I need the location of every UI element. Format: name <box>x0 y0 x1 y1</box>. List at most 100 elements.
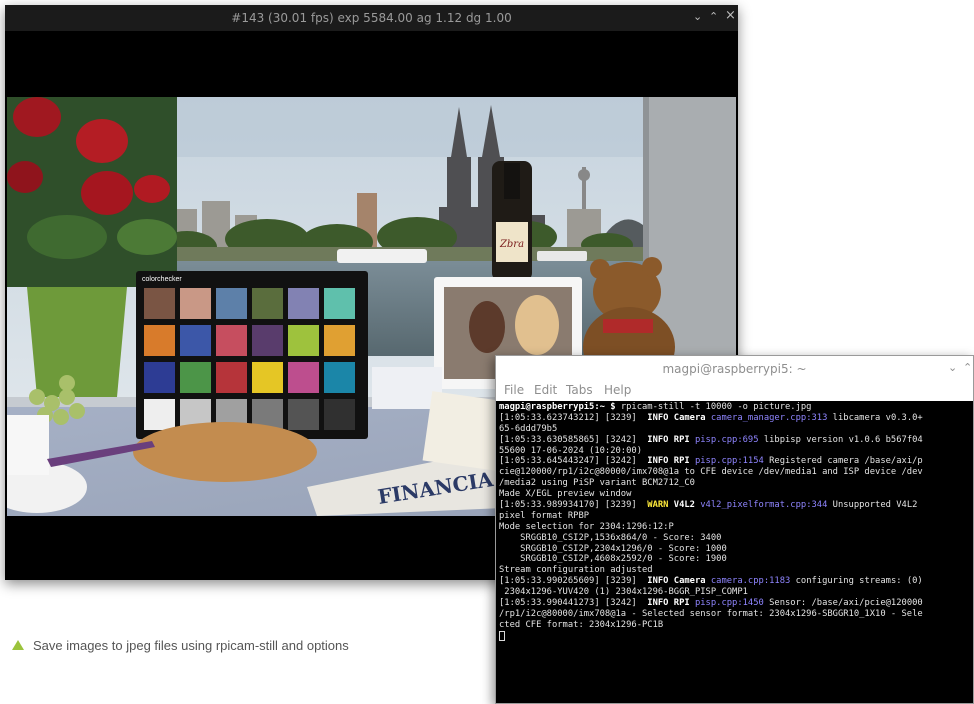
terminal-line: 2304x1296-YUV420 (1) 2304x1296-BGGR_PISP… <box>499 587 971 598</box>
terminal-line: /media2 using PiSP variant BCM2712_C0 <box>499 478 971 489</box>
terminal-segment: pisp.cpp:1450 <box>694 598 764 609</box>
color-patch <box>180 362 211 393</box>
menu-help[interactable]: Help <box>604 383 631 397</box>
terminal-line: SRGGB10_CSI2P,2304x1296/0 - Score: 1000 <box>499 544 971 555</box>
menu-file[interactable]: File <box>504 383 524 397</box>
colorchecker-brand: colorchecker <box>142 276 182 283</box>
terminal-segment: Camera <box>673 412 711 423</box>
color-patch <box>324 325 355 356</box>
maximize-icon[interactable]: ⌃ <box>963 361 972 374</box>
close-icon[interactable]: × <box>725 8 736 23</box>
terminal-segment: RPI <box>673 434 695 445</box>
color-patch <box>252 362 283 393</box>
color-patch <box>180 325 211 356</box>
terminal-segment: SRGGB10_CSI2P,4608x2592/0 - Score: 1900 <box>499 554 727 565</box>
terminal-line: Stream configuration adjusted <box>499 565 971 576</box>
color-patch <box>288 325 319 356</box>
terminal-cursor-icon <box>499 630 505 641</box>
terminal-segment: INFO <box>647 576 674 587</box>
terminal-line <box>499 630 971 642</box>
color-patch <box>324 362 355 393</box>
color-patch <box>288 362 319 393</box>
terminal-menubar: File Edit Tabs Help <box>496 382 973 401</box>
terminal-segment: libpisp version v1.0.6 b567f04 <box>758 434 923 445</box>
terminal-segment: cie@120000/rp1/i2c@80000/imx708@1a to CF… <box>499 467 923 478</box>
color-patch <box>288 399 319 430</box>
terminal-segment: [1:05:33.630585865] [3242] <box>499 434 648 445</box>
color-patch <box>180 288 211 319</box>
terminal-output[interactable]: magpi@raspberrypi5:~ $ rpicam-still -t 1… <box>499 402 971 702</box>
terminal-segment: RPI <box>673 598 695 609</box>
color-patch <box>324 399 355 430</box>
terminal-segment: [1:05:33.623743212] [3239] <box>499 412 648 423</box>
menu-tabs[interactable]: Tabs <box>566 383 593 397</box>
terminal-window-title: magpi@raspberrypi5: ~ <box>662 362 807 376</box>
terminal-segment: v4l2_pixelformat.cpp:344 <box>700 500 828 511</box>
terminal-segment: V4L2 <box>673 500 701 511</box>
terminal-segment: [1:05:33.989934170] [3239] <box>499 500 648 511</box>
terminal-segment: [1:05:33.990265609] [3239] <box>499 576 648 587</box>
terminal-segment: 55600 17-06-2024 (10:20:00) <box>499 445 642 456</box>
terminal-line: [1:05:33.990265609] [3239] INFO Camera c… <box>499 576 971 587</box>
terminal-segment: [1:05:33.645443247] [3242] <box>499 456 648 467</box>
terminal-line: SRGGB10_CSI2P,1536x864/0 - Score: 3400 <box>499 533 971 544</box>
terminal-line: 65-6ddd79b5 <box>499 424 971 435</box>
terminal-line: [1:05:33.630585865] [3242] INFO RPI pisp… <box>499 435 971 446</box>
color-checker-chart: colorchecker <box>136 271 368 439</box>
color-patch <box>288 288 319 319</box>
terminal-line: [1:05:33.989934170] [3239] WARN V4L2 v4l… <box>499 500 971 511</box>
terminal-titlebar[interactable]: magpi@raspberrypi5: ~ ⌄ ⌃ <box>496 356 973 382</box>
color-patch <box>144 325 175 356</box>
maximize-icon[interactable]: ⌃ <box>709 10 718 23</box>
terminal-segment: INFO <box>647 434 674 445</box>
color-patch <box>324 288 355 319</box>
terminal-segment: rpicam-still -t 10000 -o picture.jpg <box>620 402 812 412</box>
terminal-segment: Mode selection for 2304:1296:12:P <box>499 521 674 532</box>
terminal-line: SRGGB10_CSI2P,4608x2592/0 - Score: 1900 <box>499 554 971 565</box>
terminal-line: [1:05:33.990441273] [3242] INFO RPI pisp… <box>499 598 971 609</box>
terminal-segment: INFO <box>647 598 674 609</box>
figure-caption: Save images to jpeg files using rpicam-s… <box>12 636 349 654</box>
caption-text: Save images to jpeg files using rpicam-s… <box>33 637 349 653</box>
terminal-segment: /media2 using PiSP variant BCM2712_C0 <box>499 478 695 489</box>
color-patch <box>144 399 175 430</box>
terminal-segment: pixel format RPBP <box>499 510 590 521</box>
terminal-segment: camera.cpp:1183 <box>710 576 791 587</box>
terminal-segment: configuring streams: (0) <box>790 576 923 587</box>
terminal-segment: 2304x1296-YUV420 (1) 2304x1296-BGGR_PISP… <box>499 587 748 598</box>
color-patch <box>252 288 283 319</box>
terminal-line: cted CFE format: 2304x1296-PC1B <box>499 620 971 631</box>
preview-window-title: #143 (30.01 fps) exp 5584.00 ag 1.12 dg … <box>231 11 512 25</box>
color-patch <box>216 288 247 319</box>
color-patch <box>144 362 175 393</box>
terminal-segment: /rp1/i2c@80000/imx708@1a - Selected sens… <box>499 608 923 619</box>
caption-triangle-icon <box>12 640 24 650</box>
terminal-segment: pisp.cpp:695 <box>694 434 759 445</box>
terminal-line: [1:05:33.623743212] [3239] INFO Camera c… <box>499 413 971 424</box>
terminal-segment: SRGGB10_CSI2P,2304x1296/0 - Score: 1000 <box>499 543 727 554</box>
minimize-icon[interactable]: ⌄ <box>693 10 702 23</box>
terminal-segment: Camera <box>673 576 711 587</box>
terminal-line: pixel format RPBP <box>499 511 971 522</box>
terminal-segment: 65-6ddd79b5 <box>499 423 558 434</box>
terminal-segment: Unsupported V4L2 <box>827 500 918 511</box>
bottle-label-text: Zbra <box>499 239 524 250</box>
terminal-line: Made X/EGL preview window <box>499 489 971 500</box>
terminal-segment: Made X/EGL preview window <box>499 489 632 500</box>
menu-edit[interactable]: Edit <box>534 383 557 397</box>
terminal-segment: magpi@raspberrypi5:~ $ <box>499 402 621 412</box>
terminal-segment: INFO <box>647 456 674 467</box>
terminal-segment: camera_manager.cpp:313 <box>710 412 828 423</box>
terminal-line: Mode selection for 2304:1296:12:P <box>499 522 971 533</box>
preview-titlebar[interactable]: #143 (30.01 fps) exp 5584.00 ag 1.12 dg … <box>5 5 738 31</box>
terminal-window[interactable]: magpi@raspberrypi5: ~ ⌄ ⌃ File Edit Tabs… <box>495 355 974 704</box>
terminal-segment: RPI <box>673 456 695 467</box>
terminal-line: /rp1/i2c@80000/imx708@1a - Selected sens… <box>499 609 971 620</box>
terminal-line: cie@120000/rp1/i2c@80000/imx708@1a to CF… <box>499 467 971 478</box>
terminal-segment: Stream configuration adjusted <box>499 565 653 576</box>
terminal-line: 55600 17-06-2024 (10:20:00) <box>499 446 971 457</box>
terminal-segment: INFO <box>647 412 674 423</box>
color-patch <box>252 325 283 356</box>
terminal-segment: [1:05:33.990441273] [3242] <box>499 598 648 609</box>
minimize-icon[interactable]: ⌄ <box>948 361 957 374</box>
